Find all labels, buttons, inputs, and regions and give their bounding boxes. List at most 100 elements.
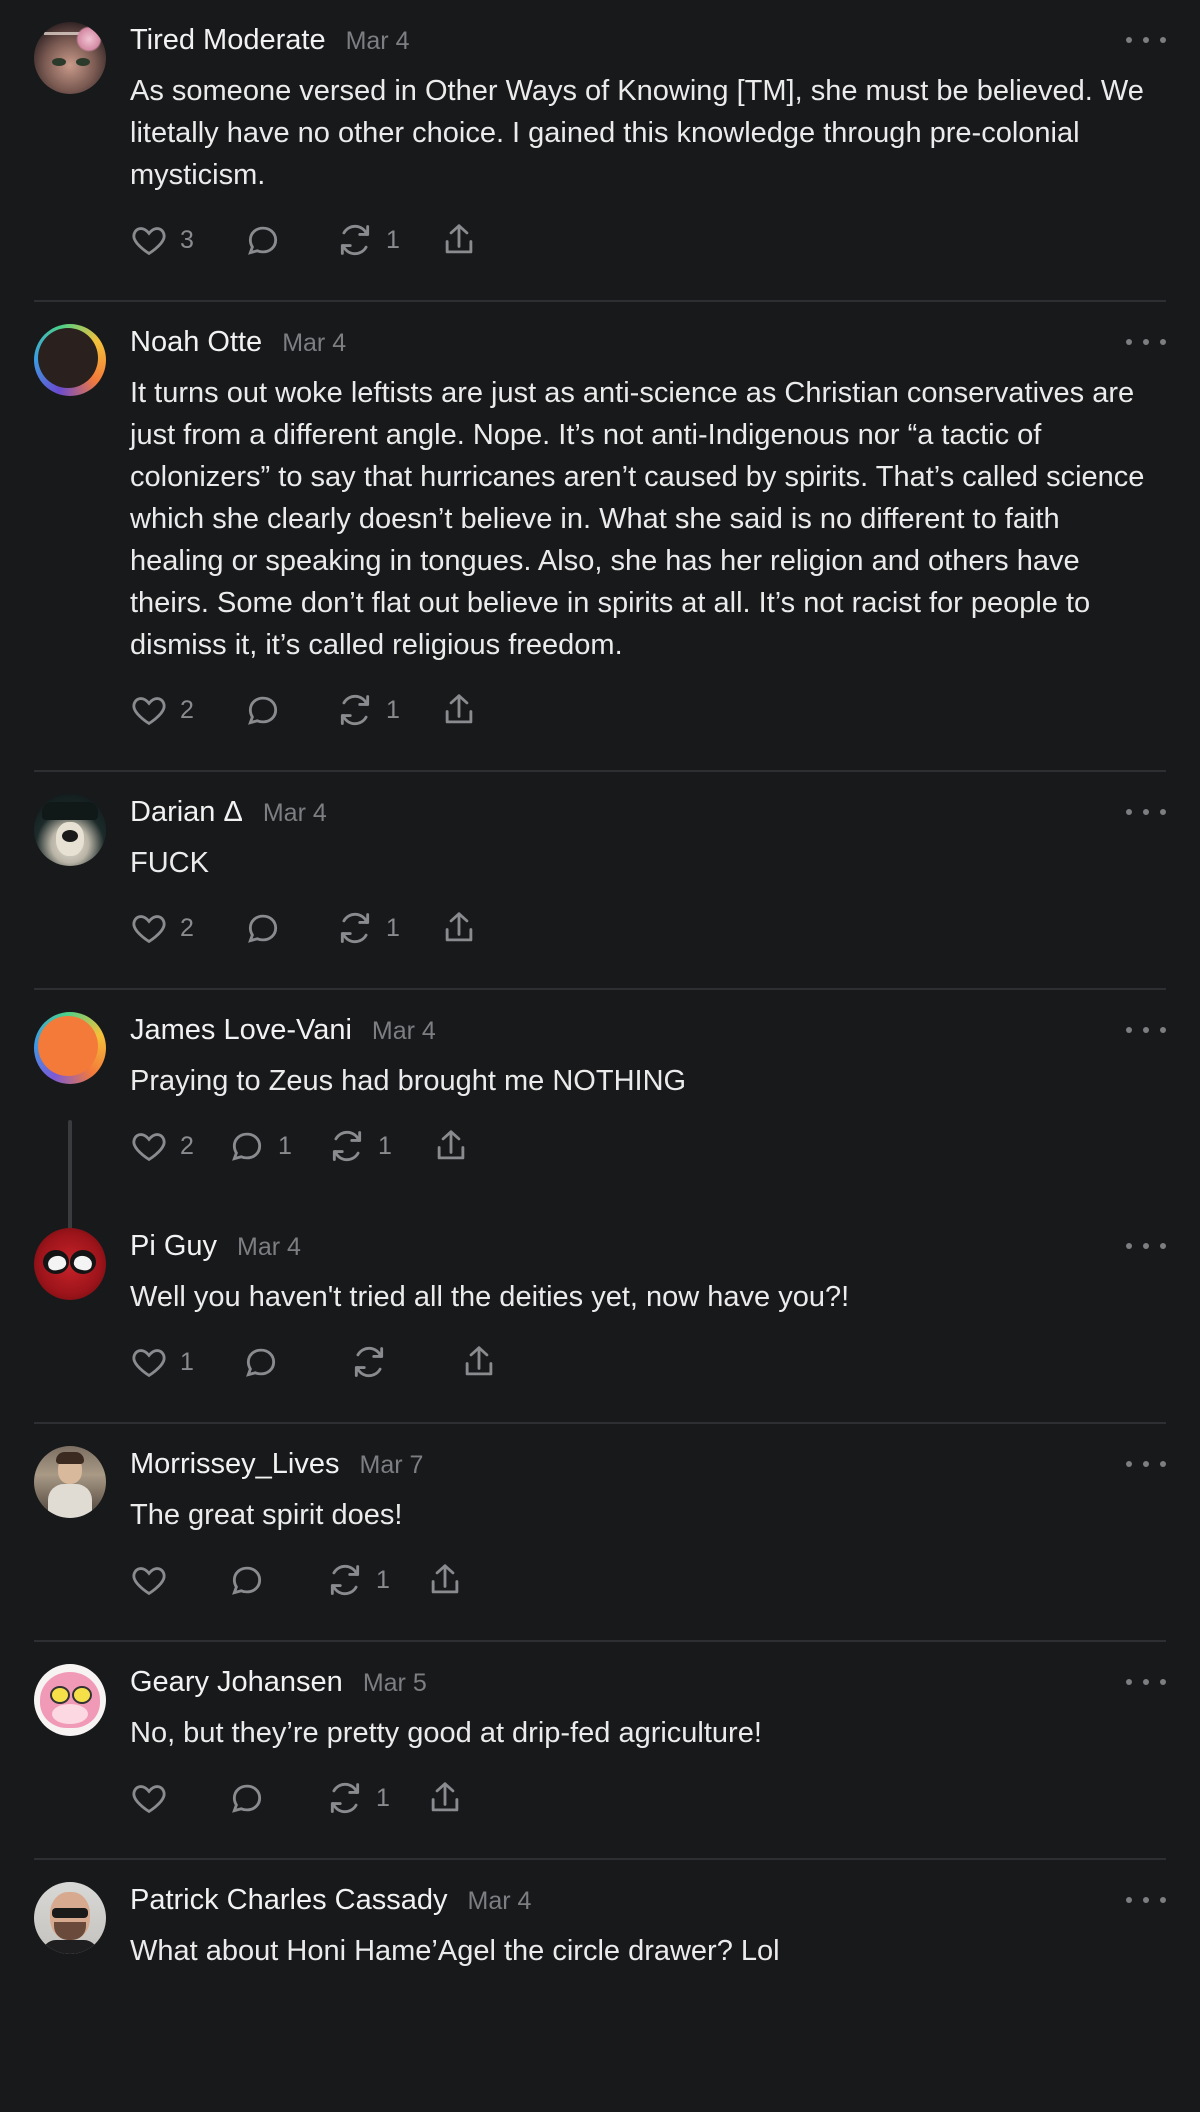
- repost-button[interactable]: 1: [326, 1561, 390, 1599]
- reply-button[interactable]: [228, 1779, 292, 1817]
- comment-icon: [246, 1348, 276, 1377]
- like-button[interactable]: 2: [130, 691, 194, 729]
- more-options-icon[interactable]: [1126, 1020, 1166, 1040]
- heart-icon: [132, 915, 166, 944]
- more-options-icon[interactable]: [1126, 30, 1166, 50]
- reply-button[interactable]: 1: [228, 1127, 292, 1165]
- repost-icon: [332, 1130, 362, 1162]
- more-options-icon[interactable]: [1126, 332, 1166, 352]
- author-name[interactable]: Patrick Charles Cassady: [130, 1884, 448, 1917]
- comment-text: As someone versed in Other Ways of Knowi…: [130, 75, 1152, 191]
- share-icon: [431, 1782, 459, 1812]
- avatar[interactable]: [34, 1228, 106, 1300]
- repost-count: 1: [376, 1783, 390, 1812]
- post-date[interactable]: Mar 7: [360, 1451, 424, 1480]
- comment-icon: [232, 1784, 262, 1813]
- share-button[interactable]: [440, 691, 478, 729]
- action-bar: 1: [130, 1772, 1156, 1824]
- comment-text: FUCK: [130, 847, 209, 879]
- repost-button[interactable]: 1: [336, 221, 400, 259]
- action-bar: 1: [130, 1554, 1156, 1606]
- action-bar: 3 1: [130, 214, 1156, 266]
- like-count: 2: [180, 695, 194, 724]
- like-button[interactable]: [130, 1779, 194, 1817]
- author-name[interactable]: Darian Δ: [130, 796, 243, 829]
- post-date[interactable]: Mar 4: [263, 799, 327, 828]
- reply-button[interactable]: [244, 909, 308, 947]
- comment-item: Darian Δ Mar 4 FUCK 2 1: [0, 772, 1200, 990]
- comment-item: Morrissey_Lives Mar 7 The great spirit d…: [0, 1424, 1200, 1642]
- repost-count: 1: [386, 913, 400, 942]
- comment-item: Pi Guy Mar 4 Well you haven't tried all …: [0, 1206, 1200, 1424]
- more-options-icon[interactable]: [1126, 1890, 1166, 1910]
- avatar[interactable]: [34, 1446, 106, 1518]
- post-date[interactable]: Mar 4: [237, 1233, 301, 1262]
- comment-text: What about Honi Hame’Agel the circle dra…: [130, 1935, 780, 1967]
- share-icon: [437, 1130, 465, 1160]
- repost-button[interactable]: [350, 1343, 414, 1381]
- comment-item: Noah Otte Mar 4 It turns out woke leftis…: [0, 302, 1200, 772]
- reply-button[interactable]: [244, 221, 308, 259]
- author-name[interactable]: James Love-Vani: [130, 1014, 352, 1047]
- post-date[interactable]: Mar 4: [468, 1887, 532, 1916]
- more-options-icon[interactable]: [1126, 1454, 1166, 1474]
- repost-button[interactable]: 1: [336, 691, 400, 729]
- more-options-icon[interactable]: [1126, 1236, 1166, 1256]
- share-button[interactable]: [426, 1779, 464, 1817]
- repost-button[interactable]: 1: [326, 1779, 390, 1817]
- repost-count: 1: [376, 1565, 390, 1594]
- like-button[interactable]: 2: [130, 909, 194, 947]
- more-options-icon[interactable]: [1126, 1672, 1166, 1692]
- comment-item: Geary Johansen Mar 5 No, but they’re pre…: [0, 1642, 1200, 1860]
- comment-text: It turns out woke leftists are just as a…: [130, 377, 1153, 661]
- repost-icon: [354, 1346, 384, 1378]
- post-date[interactable]: Mar 4: [346, 27, 410, 56]
- action-bar: 2 1: [130, 684, 1156, 736]
- comment-item: Tired Moderate Mar 4 As someone versed i…: [0, 0, 1200, 302]
- avatar[interactable]: [34, 324, 106, 396]
- like-button[interactable]: 1: [130, 1343, 194, 1381]
- reply-count: 1: [278, 1131, 292, 1160]
- reply-button[interactable]: [228, 1561, 292, 1599]
- like-button[interactable]: 2: [130, 1127, 194, 1165]
- more-options-icon[interactable]: [1126, 802, 1166, 822]
- share-button[interactable]: [460, 1343, 498, 1381]
- like-count: 1: [180, 1347, 194, 1376]
- share-button[interactable]: [440, 909, 478, 947]
- avatar[interactable]: [34, 1882, 106, 1954]
- author-name[interactable]: Pi Guy: [130, 1230, 217, 1263]
- avatar[interactable]: [34, 794, 106, 866]
- avatar[interactable]: [34, 1664, 106, 1736]
- share-button[interactable]: [426, 1561, 464, 1599]
- repost-icon: [340, 224, 370, 256]
- like-button[interactable]: 3: [130, 221, 194, 259]
- comment-icon: [232, 1132, 262, 1161]
- post-date[interactable]: Mar 5: [363, 1669, 427, 1698]
- repost-count: 1: [386, 695, 400, 724]
- post-date[interactable]: Mar 4: [282, 329, 346, 358]
- author-name[interactable]: Morrissey_Lives: [130, 1448, 340, 1481]
- action-bar: 2 1 1: [130, 1120, 1156, 1172]
- like-count: 3: [180, 225, 194, 254]
- repost-button[interactable]: 1: [336, 909, 400, 947]
- author-name[interactable]: Noah Otte: [130, 326, 262, 359]
- post-date[interactable]: Mar 4: [372, 1017, 436, 1046]
- author-name[interactable]: Geary Johansen: [130, 1666, 343, 1699]
- share-button[interactable]: [432, 1127, 470, 1165]
- repost-count: 1: [378, 1131, 392, 1160]
- like-count: 2: [180, 913, 194, 942]
- avatar[interactable]: [34, 22, 106, 94]
- comment-icon: [248, 696, 278, 725]
- avatar[interactable]: [34, 1012, 106, 1084]
- action-bar: 2 1: [130, 902, 1156, 954]
- comment-text: Well you haven't tried all the deities y…: [130, 1281, 850, 1313]
- repost-button[interactable]: 1: [328, 1127, 392, 1165]
- reply-button[interactable]: [244, 691, 308, 729]
- repost-count: 1: [386, 225, 400, 254]
- share-icon: [445, 224, 473, 254]
- author-name[interactable]: Tired Moderate: [130, 24, 326, 57]
- like-button[interactable]: [130, 1561, 194, 1599]
- reply-button[interactable]: [242, 1343, 306, 1381]
- share-button[interactable]: [440, 221, 478, 259]
- repost-icon: [330, 1564, 360, 1596]
